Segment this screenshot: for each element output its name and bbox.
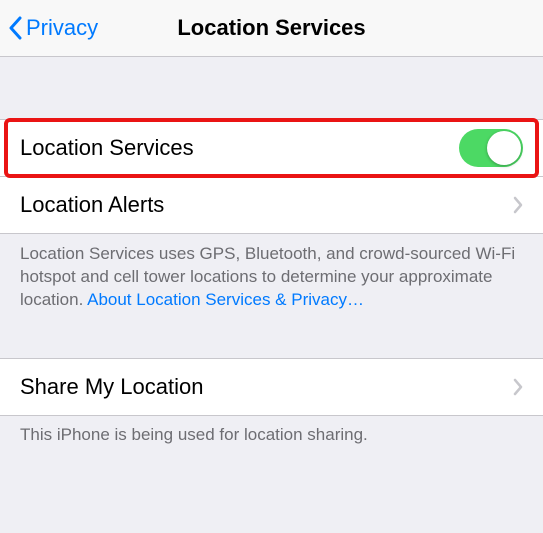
row-label: Location Alerts	[20, 192, 164, 218]
row-location-alerts[interactable]: Location Alerts	[0, 176, 543, 234]
row-label: Location Services	[20, 135, 194, 161]
section-spacer	[0, 326, 543, 358]
row-location-services[interactable]: Location Services	[0, 119, 543, 177]
chevron-right-icon	[513, 378, 523, 396]
section-footer-location: Location Services uses GPS, Bluetooth, a…	[0, 233, 543, 326]
chevron-right-icon	[513, 196, 523, 214]
section-footer-share: This iPhone is being used for location s…	[0, 415, 543, 459]
back-label: Privacy	[26, 15, 98, 41]
chevron-left-icon	[8, 16, 22, 40]
section-spacer	[0, 57, 543, 119]
toggle-knob	[487, 131, 521, 165]
location-services-toggle[interactable]	[459, 129, 523, 167]
row-share-location[interactable]: Share My Location	[0, 358, 543, 416]
navbar: Privacy Location Services	[0, 0, 543, 57]
footer-text: This iPhone is being used for location s…	[20, 425, 368, 444]
back-button[interactable]: Privacy	[8, 15, 98, 41]
row-label: Share My Location	[20, 374, 203, 400]
about-privacy-link[interactable]: About Location Services & Privacy…	[87, 290, 364, 309]
